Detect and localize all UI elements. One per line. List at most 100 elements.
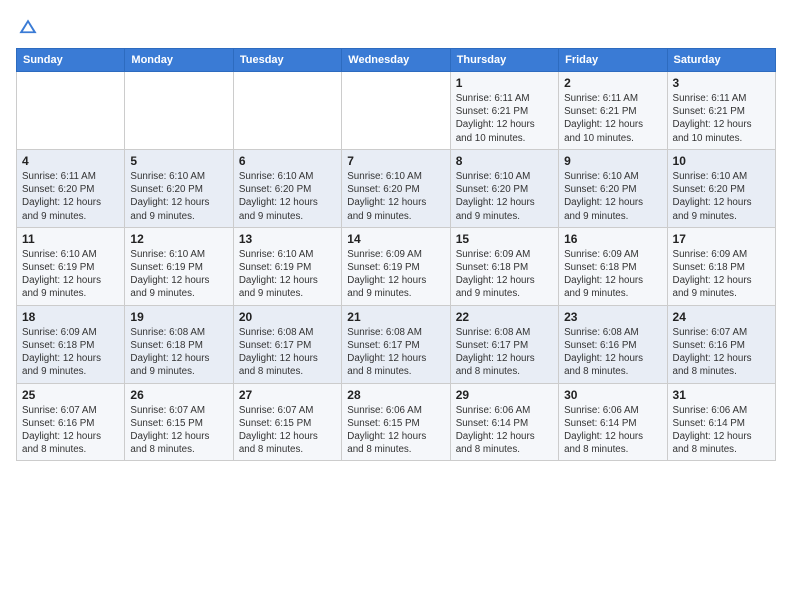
day-info: Sunrise: 6:06 AMSunset: 6:14 PMDaylight:… [456, 404, 553, 457]
day-number: 31 [673, 388, 770, 402]
calendar-cell [125, 72, 233, 150]
day-number: 4 [22, 154, 119, 168]
weekday-header-thursday: Thursday [450, 49, 558, 72]
calendar-cell: 21 Sunrise: 6:08 AMSunset: 6:17 PMDayligh… [342, 305, 450, 383]
weekday-header-tuesday: Tuesday [233, 49, 341, 72]
day-info: Sunrise: 6:11 AMSunset: 6:21 PMDaylight:… [564, 92, 661, 145]
day-info: Sunrise: 6:06 AMSunset: 6:14 PMDaylight:… [673, 404, 770, 457]
weekday-header-row: SundayMondayTuesdayWednesdayThursdayFrid… [17, 49, 776, 72]
day-number: 17 [673, 232, 770, 246]
logo [16, 16, 44, 40]
calendar-cell: 7 Sunrise: 6:10 AMSunset: 6:20 PMDaylight… [342, 149, 450, 227]
calendar-cell: 30 Sunrise: 6:06 AMSunset: 6:14 PMDayligh… [559, 383, 667, 461]
day-number: 14 [347, 232, 444, 246]
day-info: Sunrise: 6:07 AMSunset: 6:15 PMDaylight:… [130, 404, 227, 457]
day-info: Sunrise: 6:11 AMSunset: 6:21 PMDaylight:… [673, 92, 770, 145]
day-info: Sunrise: 6:08 AMSunset: 6:18 PMDaylight:… [130, 326, 227, 379]
day-info: Sunrise: 6:10 AMSunset: 6:19 PMDaylight:… [130, 248, 227, 301]
calendar-cell: 4 Sunrise: 6:11 AMSunset: 6:20 PMDaylight… [17, 149, 125, 227]
day-info: Sunrise: 6:09 AMSunset: 6:18 PMDaylight:… [673, 248, 770, 301]
day-number: 1 [456, 76, 553, 90]
day-info: Sunrise: 6:11 AMSunset: 6:20 PMDaylight:… [22, 170, 119, 223]
calendar-cell: 25Sunrise: 6:07 AMSunset: 6:16 PMDayligh… [17, 383, 125, 461]
calendar-week-5: 25Sunrise: 6:07 AMSunset: 6:16 PMDayligh… [17, 383, 776, 461]
day-info: Sunrise: 6:07 AMSunset: 6:16 PMDaylight:… [673, 326, 770, 379]
day-info: Sunrise: 6:08 AMSunset: 6:17 PMDaylight:… [239, 326, 336, 379]
calendar-cell: 14 Sunrise: 6:09 AMSunset: 6:19 PMDayligh… [342, 227, 450, 305]
calendar-week-4: 18 Sunrise: 6:09 AMSunset: 6:18 PMDayligh… [17, 305, 776, 383]
calendar-cell: 23 Sunrise: 6:08 AMSunset: 6:16 PMDayligh… [559, 305, 667, 383]
day-info: Sunrise: 6:09 AMSunset: 6:19 PMDaylight:… [347, 248, 444, 301]
day-info: Sunrise: 6:10 AMSunset: 6:20 PMDaylight:… [347, 170, 444, 223]
day-number: 10 [673, 154, 770, 168]
calendar-cell: 2 Sunrise: 6:11 AMSunset: 6:21 PMDaylight… [559, 72, 667, 150]
calendar-cell: 27 Sunrise: 6:07 AMSunset: 6:15 PMDayligh… [233, 383, 341, 461]
day-number: 9 [564, 154, 661, 168]
day-number: 11 [22, 232, 119, 246]
day-number: 7 [347, 154, 444, 168]
weekday-header-wednesday: Wednesday [342, 49, 450, 72]
calendar-cell: 31 Sunrise: 6:06 AMSunset: 6:14 PMDayligh… [667, 383, 775, 461]
weekday-header-sunday: Sunday [17, 49, 125, 72]
calendar-cell: 28Sunrise: 6:06 AMSunset: 6:15 PMDayligh… [342, 383, 450, 461]
day-info: Sunrise: 6:06 AMSunset: 6:15 PMDaylight:… [347, 404, 444, 457]
page-header [16, 16, 776, 40]
day-number: 29 [456, 388, 553, 402]
day-number: 16 [564, 232, 661, 246]
day-info: Sunrise: 6:10 AMSunset: 6:20 PMDaylight:… [673, 170, 770, 223]
day-number: 23 [564, 310, 661, 324]
day-number: 15 [456, 232, 553, 246]
day-number: 30 [564, 388, 661, 402]
day-info: Sunrise: 6:11 AMSunset: 6:21 PMDaylight:… [456, 92, 553, 145]
day-info: Sunrise: 6:08 AMSunset: 6:17 PMDaylight:… [347, 326, 444, 379]
calendar-cell: 29 Sunrise: 6:06 AMSunset: 6:14 PMDayligh… [450, 383, 558, 461]
weekday-header-friday: Friday [559, 49, 667, 72]
day-info: Sunrise: 6:07 AMSunset: 6:15 PMDaylight:… [239, 404, 336, 457]
day-number: 18 [22, 310, 119, 324]
calendar-cell: 5 Sunrise: 6:10 AMSunset: 6:20 PMDaylight… [125, 149, 233, 227]
day-number: 25 [22, 388, 119, 402]
day-number: 27 [239, 388, 336, 402]
weekday-header-monday: Monday [125, 49, 233, 72]
calendar-cell: 24 Sunrise: 6:07 AMSunset: 6:16 PMDayligh… [667, 305, 775, 383]
day-number: 21 [347, 310, 444, 324]
day-info: Sunrise: 6:10 AMSunset: 6:20 PMDaylight:… [239, 170, 336, 223]
calendar-cell: 22 Sunrise: 6:08 AMSunset: 6:17 PMDayligh… [450, 305, 558, 383]
calendar-body: 1 Sunrise: 6:11 AMSunset: 6:21 PMDaylight… [17, 72, 776, 461]
calendar-cell: 10 Sunrise: 6:10 AMSunset: 6:20 PMDayligh… [667, 149, 775, 227]
day-number: 6 [239, 154, 336, 168]
day-info: Sunrise: 6:10 AMSunset: 6:19 PMDaylight:… [22, 248, 119, 301]
day-info: Sunrise: 6:09 AMSunset: 6:18 PMDaylight:… [22, 326, 119, 379]
day-number: 22 [456, 310, 553, 324]
calendar-cell: 18 Sunrise: 6:09 AMSunset: 6:18 PMDayligh… [17, 305, 125, 383]
calendar-week-1: 1 Sunrise: 6:11 AMSunset: 6:21 PMDaylight… [17, 72, 776, 150]
calendar-cell: 11 Sunrise: 6:10 AMSunset: 6:19 PMDayligh… [17, 227, 125, 305]
calendar-cell [17, 72, 125, 150]
calendar-cell: 9Sunrise: 6:10 AMSunset: 6:20 PMDaylight… [559, 149, 667, 227]
day-info: Sunrise: 6:09 AMSunset: 6:18 PMDaylight:… [564, 248, 661, 301]
day-info: Sunrise: 6:06 AMSunset: 6:14 PMDaylight:… [564, 404, 661, 457]
calendar-cell: 3Sunrise: 6:11 AMSunset: 6:21 PMDaylight… [667, 72, 775, 150]
calendar-cell: 20Sunrise: 6:08 AMSunset: 6:17 PMDayligh… [233, 305, 341, 383]
calendar-header: SundayMondayTuesdayWednesdayThursdayFrid… [17, 49, 776, 72]
day-info: Sunrise: 6:08 AMSunset: 6:17 PMDaylight:… [456, 326, 553, 379]
day-number: 26 [130, 388, 227, 402]
calendar-cell: 19 Sunrise: 6:08 AMSunset: 6:18 PMDayligh… [125, 305, 233, 383]
logo-icon [16, 16, 40, 40]
calendar-cell [233, 72, 341, 150]
day-info: Sunrise: 6:10 AMSunset: 6:20 PMDaylight:… [130, 170, 227, 223]
day-number: 12 [130, 232, 227, 246]
calendar-week-2: 4 Sunrise: 6:11 AMSunset: 6:20 PMDaylight… [17, 149, 776, 227]
calendar-cell: 6 Sunrise: 6:10 AMSunset: 6:20 PMDaylight… [233, 149, 341, 227]
calendar-table: SundayMondayTuesdayWednesdayThursdayFrid… [16, 48, 776, 461]
calendar-cell: 17 Sunrise: 6:09 AMSunset: 6:18 PMDayligh… [667, 227, 775, 305]
calendar-cell: 1 Sunrise: 6:11 AMSunset: 6:21 PMDaylight… [450, 72, 558, 150]
day-info: Sunrise: 6:10 AMSunset: 6:19 PMDaylight:… [239, 248, 336, 301]
day-number: 19 [130, 310, 227, 324]
day-number: 5 [130, 154, 227, 168]
day-info: Sunrise: 6:10 AMSunset: 6:20 PMDaylight:… [456, 170, 553, 223]
calendar-cell: 26 Sunrise: 6:07 AMSunset: 6:15 PMDayligh… [125, 383, 233, 461]
day-info: Sunrise: 6:08 AMSunset: 6:16 PMDaylight:… [564, 326, 661, 379]
day-number: 24 [673, 310, 770, 324]
day-number: 2 [564, 76, 661, 90]
